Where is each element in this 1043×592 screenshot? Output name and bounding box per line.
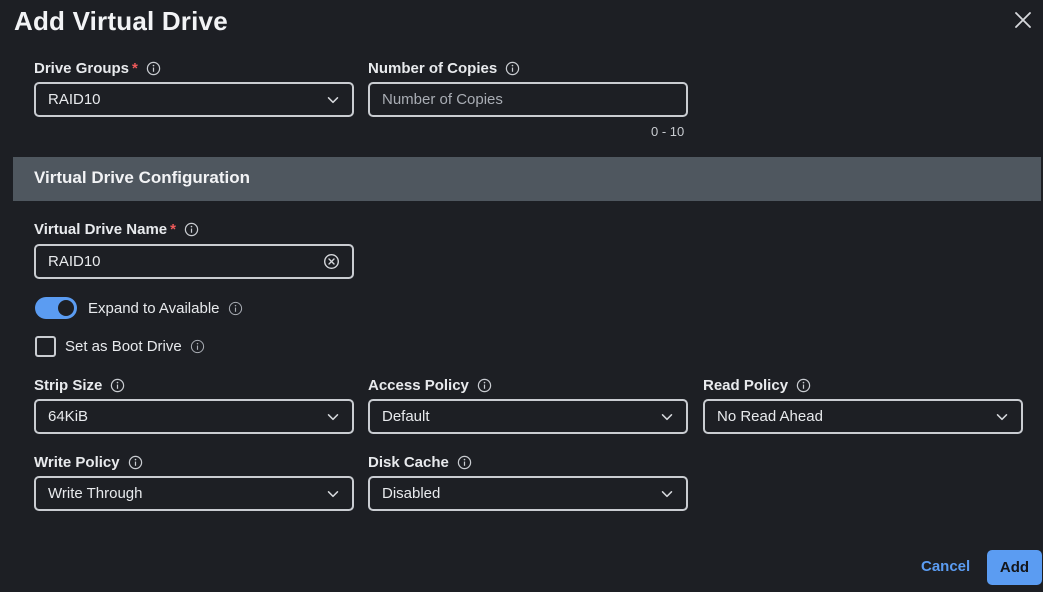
number-of-copies-label: Number of Copies: [368, 59, 498, 77]
number-of-copies-input[interactable]: Number of Copies: [368, 82, 688, 117]
section-header: Virtual Drive Configuration: [13, 157, 1041, 201]
chevron-down-icon: [327, 490, 339, 497]
strip-size-value: 64KiB: [48, 408, 89, 425]
chevron-down-icon: [661, 490, 673, 497]
disk-cache-label-row: Disk Cache: [368, 452, 472, 472]
toggle-knob: [58, 300, 74, 316]
info-icon[interactable]: [146, 61, 161, 76]
chevron-down-icon: [327, 96, 339, 103]
info-icon[interactable]: [110, 378, 125, 393]
info-icon[interactable]: [190, 339, 205, 354]
info-icon[interactable]: [184, 222, 199, 237]
info-icon[interactable]: [228, 301, 243, 316]
access-policy-label: Access Policy: [368, 376, 469, 394]
expand-to-available-row: Expand to Available: [35, 297, 243, 319]
read-policy-label: Read Policy: [703, 376, 789, 394]
access-policy-select[interactable]: Default: [368, 399, 688, 434]
dialog-title: Add Virtual Drive: [14, 6, 228, 36]
required-mark: *: [132, 59, 138, 77]
write-policy-label: Write Policy: [34, 453, 120, 471]
copies-range-hint: 0 - 10: [651, 124, 685, 139]
write-policy-value: Write Through: [48, 485, 143, 502]
expand-to-available-label: Expand to Available: [88, 299, 220, 317]
drive-groups-value: RAID10: [48, 91, 101, 108]
add-virtual-drive-dialog: Add Virtual Drive Drive Groups * RAID10 …: [0, 0, 1043, 592]
access-policy-label-row: Access Policy: [368, 375, 492, 395]
number-of-copies-placeholder: Number of Copies: [382, 91, 503, 108]
info-icon[interactable]: [457, 455, 472, 470]
cancel-button[interactable]: Cancel: [921, 558, 970, 575]
info-icon[interactable]: [796, 378, 811, 393]
clear-input-icon[interactable]: [323, 253, 340, 270]
write-policy-select[interactable]: Write Through: [34, 476, 354, 511]
expand-to-available-toggle[interactable]: [35, 297, 77, 319]
boot-drive-label: Set as Boot Drive: [65, 338, 182, 355]
drive-groups-select[interactable]: RAID10: [34, 82, 354, 117]
boot-drive-checkbox[interactable]: [35, 336, 56, 357]
read-policy-select[interactable]: No Read Ahead: [703, 399, 1023, 434]
strip-size-label-row: Strip Size: [34, 375, 125, 395]
required-mark: *: [170, 220, 176, 238]
close-icon[interactable]: [1012, 9, 1034, 31]
number-of-copies-label-row: Number of Copies: [368, 58, 520, 78]
strip-size-label: Strip Size: [34, 376, 103, 394]
strip-size-select[interactable]: 64KiB: [34, 399, 354, 434]
info-icon[interactable]: [477, 378, 492, 393]
drive-groups-label: Drive Groups: [34, 59, 130, 77]
boot-drive-row: Set as Boot Drive: [34, 336, 205, 357]
add-button[interactable]: Add: [987, 550, 1042, 585]
info-icon[interactable]: [505, 61, 520, 76]
info-icon[interactable]: [128, 455, 143, 470]
chevron-down-icon: [327, 413, 339, 420]
virtual-drive-name-label-row: Virtual Drive Name *: [34, 219, 199, 239]
read-policy-value: No Read Ahead: [717, 408, 823, 425]
drive-groups-label-row: Drive Groups *: [34, 58, 161, 78]
write-policy-label-row: Write Policy: [34, 452, 143, 472]
chevron-down-icon: [996, 413, 1008, 420]
virtual-drive-name-label: Virtual Drive Name: [34, 220, 168, 238]
disk-cache-label: Disk Cache: [368, 453, 449, 471]
chevron-down-icon: [661, 413, 673, 420]
read-policy-label-row: Read Policy: [703, 375, 811, 395]
access-policy-value: Default: [382, 408, 430, 425]
virtual-drive-name-input[interactable]: RAID10: [34, 244, 354, 279]
disk-cache-value: Disabled: [382, 485, 441, 502]
section-title: Virtual Drive Configuration: [34, 168, 250, 187]
virtual-drive-name-value: RAID10: [48, 253, 101, 270]
disk-cache-select[interactable]: Disabled: [368, 476, 688, 511]
